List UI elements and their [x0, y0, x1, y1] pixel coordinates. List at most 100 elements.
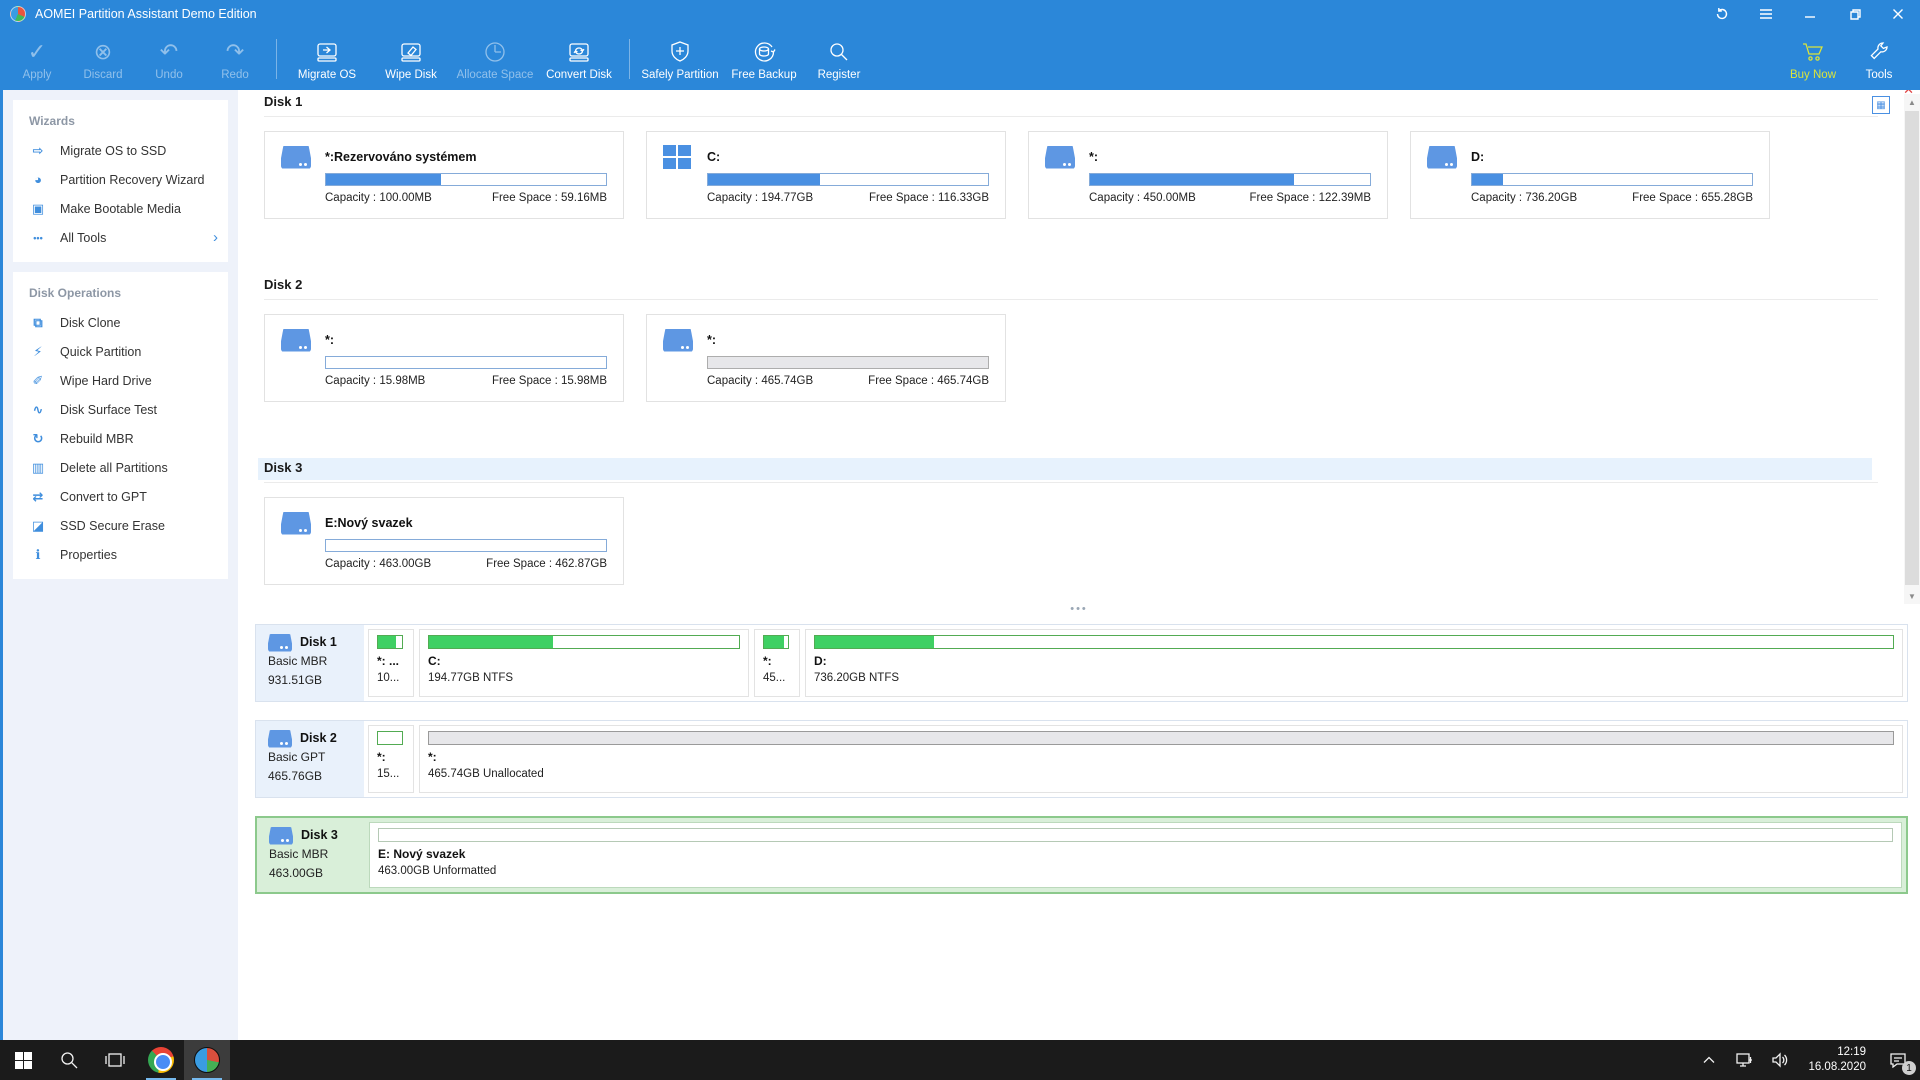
partition-cell-d[interactable]: D: 736.20GB NTFS	[805, 629, 1903, 697]
menu-icon[interactable]	[1744, 0, 1788, 28]
convert-disk-button[interactable]: Convert Disk	[537, 28, 621, 90]
scroll-down-icon[interactable]: ▼	[1904, 588, 1920, 604]
sidebar-item-rebuild-mbr[interactable]: ↻ Rebuild MBR	[13, 424, 228, 453]
minimize-icon[interactable]	[1788, 0, 1832, 28]
taskbar-clock[interactable]: 12:19 16.08.2020	[1798, 1040, 1876, 1080]
capacity-label: Capacity : 463.00GB	[325, 558, 431, 570]
disk-row-3-selected[interactable]: Disk 3 Basic MBR 463.00GB E: Nový svazek…	[255, 816, 1908, 894]
taskbar-aomei-button[interactable]	[184, 1040, 230, 1080]
apply-button[interactable]: ✓ Apply	[4, 28, 70, 90]
partition-cell[interactable]: *: 45...	[754, 629, 800, 697]
sidebar-item-migrate-os-to-ssd[interactable]: ⇨ Migrate OS to SSD	[13, 136, 228, 165]
usage-bar	[377, 731, 403, 745]
vertical-scrollbar[interactable]: ▲ ▼	[1904, 94, 1920, 604]
partition-size: 465.74GB Unallocated	[428, 768, 1894, 780]
sidebar-item-disk-surface-test[interactable]: ∿ Disk Surface Test	[13, 395, 228, 424]
action-center-button[interactable]: 1	[1876, 1040, 1920, 1080]
partition-cell-e[interactable]: E: Nový svazek 463.00GB Unformatted	[369, 822, 1902, 888]
partition-label: *:	[377, 750, 405, 764]
disk-surface-test-icon: ∿	[29, 402, 47, 418]
wipe-disk-button[interactable]: Wipe Disk	[369, 28, 453, 90]
close-icon[interactable]	[1876, 0, 1920, 28]
partition-card-recovery[interactable]: *: Capacity : 450.00MB Free Space : 122.…	[1028, 131, 1388, 219]
allocate-space-button[interactable]: Allocate Space	[453, 28, 537, 90]
partition-card-unallocated[interactable]: *: Capacity : 465.74GB Free Space : 465.…	[646, 314, 1006, 402]
sidebar-item-partition-recovery-wizard[interactable]: ◕ Partition Recovery Wizard	[13, 165, 228, 194]
window-title: AOMEI Partition Assistant Demo Edition	[35, 7, 257, 21]
partition-card-c[interactable]: C: Capacity : 194.77GB Free Space : 116.…	[646, 131, 1006, 219]
free-space-label: Free Space : 59.16MB	[492, 192, 607, 204]
taskbar-chrome-button[interactable]	[138, 1040, 184, 1080]
view-toggle-icon[interactable]: ▦	[1872, 96, 1890, 114]
partition-card-msr[interactable]: *: Capacity : 15.98MB Free Space : 15.98…	[264, 314, 624, 402]
drive-icon	[281, 512, 311, 535]
disk-type: Basic MBR	[268, 652, 364, 671]
sidebar-item-wipe-hard-drive[interactable]: ✐ Wipe Hard Drive	[13, 366, 228, 395]
migrate-os-button[interactable]: Migrate OS	[285, 28, 369, 90]
partition-cell[interactable]: *: ... 10...	[368, 629, 414, 697]
tools-button[interactable]: Tools	[1846, 28, 1912, 90]
panel-splitter[interactable]: •••	[238, 604, 1920, 614]
usage-bar	[377, 635, 403, 649]
discard-button[interactable]: ⊗ Discard	[70, 28, 136, 90]
sidebar-item-delete-all-partitions[interactable]: ▥ Delete all Partitions	[13, 453, 228, 482]
free-backup-button[interactable]: Free Backup	[722, 28, 806, 90]
magnifier-icon	[826, 38, 852, 66]
drive-icon	[1045, 146, 1075, 169]
safely-partition-button[interactable]: Safely Partition	[638, 28, 722, 90]
restore-icon[interactable]	[1832, 0, 1876, 28]
search-button[interactable]	[46, 1040, 92, 1080]
volume-tray-button[interactable]	[1762, 1040, 1798, 1080]
usage-bar	[325, 356, 607, 369]
disk-map-panel: ▦ Disk 1 *:Rezervováno systémem Capacity…	[238, 90, 1920, 604]
free-space-label: Free Space : 116.33GB	[869, 192, 989, 204]
partition-name: D:	[1471, 150, 1484, 164]
buy-now-button[interactable]: Buy Now	[1780, 28, 1846, 90]
panel-close-icon[interactable]: ✕	[1903, 90, 1914, 98]
capacity-label: Capacity : 100.00MB	[325, 192, 432, 204]
disk-row-1[interactable]: Disk 1 Basic MBR 931.51GB *: ... 10... C…	[255, 624, 1908, 702]
sidebar-item-convert-to-gpt[interactable]: ⇄ Convert to GPT	[13, 482, 228, 511]
sidebar-item-disk-clone[interactable]: ⧉ Disk Clone	[13, 308, 228, 337]
partition-name: *:	[325, 333, 334, 347]
sidebar-item-ssd-secure-erase[interactable]: ◪ SSD Secure Erase	[13, 511, 228, 540]
partition-cell-unallocated[interactable]: *: 465.74GB Unallocated	[419, 725, 1903, 793]
usage-bar	[1471, 173, 1753, 186]
usage-bar	[378, 828, 1893, 842]
free-space-label: Free Space : 462.87GB	[486, 558, 607, 570]
partition-card-system-reserved[interactable]: *:Rezervováno systémem Capacity : 100.00…	[264, 131, 624, 219]
partition-label: E: Nový svazek	[378, 847, 1893, 861]
sidebar-item-all-tools[interactable]: ••• All Tools ›	[13, 223, 228, 252]
partition-card-d[interactable]: D: Capacity : 736.20GB Free Space : 655.…	[1410, 131, 1770, 219]
partition-cell-c[interactable]: C: 194.77GB NTFS	[419, 629, 749, 697]
free-space-label: Free Space : 122.39MB	[1250, 192, 1371, 204]
tray-expand-button[interactable]	[1692, 1040, 1726, 1080]
partition-cell[interactable]: *: 15...	[368, 725, 414, 793]
disk-2-header: Disk 2	[258, 275, 1884, 297]
disk-info: Disk 2 Basic GPT 465.76GB	[256, 721, 364, 797]
notification-badge: 1	[1902, 1061, 1916, 1075]
disk-size: 465.76GB	[268, 767, 364, 786]
wizards-header: Wizards	[13, 106, 228, 136]
refresh-icon[interactable]	[1700, 0, 1744, 28]
delete-all-partitions-icon: ▥	[29, 460, 47, 476]
disk-size: 463.00GB	[269, 864, 365, 883]
register-button[interactable]: Register	[806, 28, 872, 90]
partition-name: C:	[707, 150, 720, 164]
toolbar-separator	[276, 39, 277, 79]
start-button[interactable]	[0, 1040, 46, 1080]
partition-card-e[interactable]: E:Nový svazek Capacity : 463.00GB Free S…	[264, 497, 624, 585]
disk-row-2[interactable]: Disk 2 Basic GPT 465.76GB *: 15... *: 46…	[255, 720, 1908, 798]
drive-icon	[268, 730, 292, 748]
undo-button[interactable]: ↶ Undo	[136, 28, 202, 90]
sidebar-item-properties[interactable]: ℹ Properties	[13, 540, 228, 569]
sidebar-item-make-bootable-media[interactable]: ▣ Make Bootable Media	[13, 194, 228, 223]
redo-button[interactable]: ↷ Redo	[202, 28, 268, 90]
network-tray-button[interactable]	[1726, 1040, 1762, 1080]
sidebar-item-quick-partition[interactable]: ⚡ Quick Partition	[13, 337, 228, 366]
task-view-button[interactable]	[92, 1040, 138, 1080]
usage-bar	[707, 173, 989, 186]
scrollbar-thumb[interactable]	[1905, 111, 1919, 585]
partition-label: D:	[814, 654, 1894, 668]
wrench-icon	[1866, 38, 1892, 66]
